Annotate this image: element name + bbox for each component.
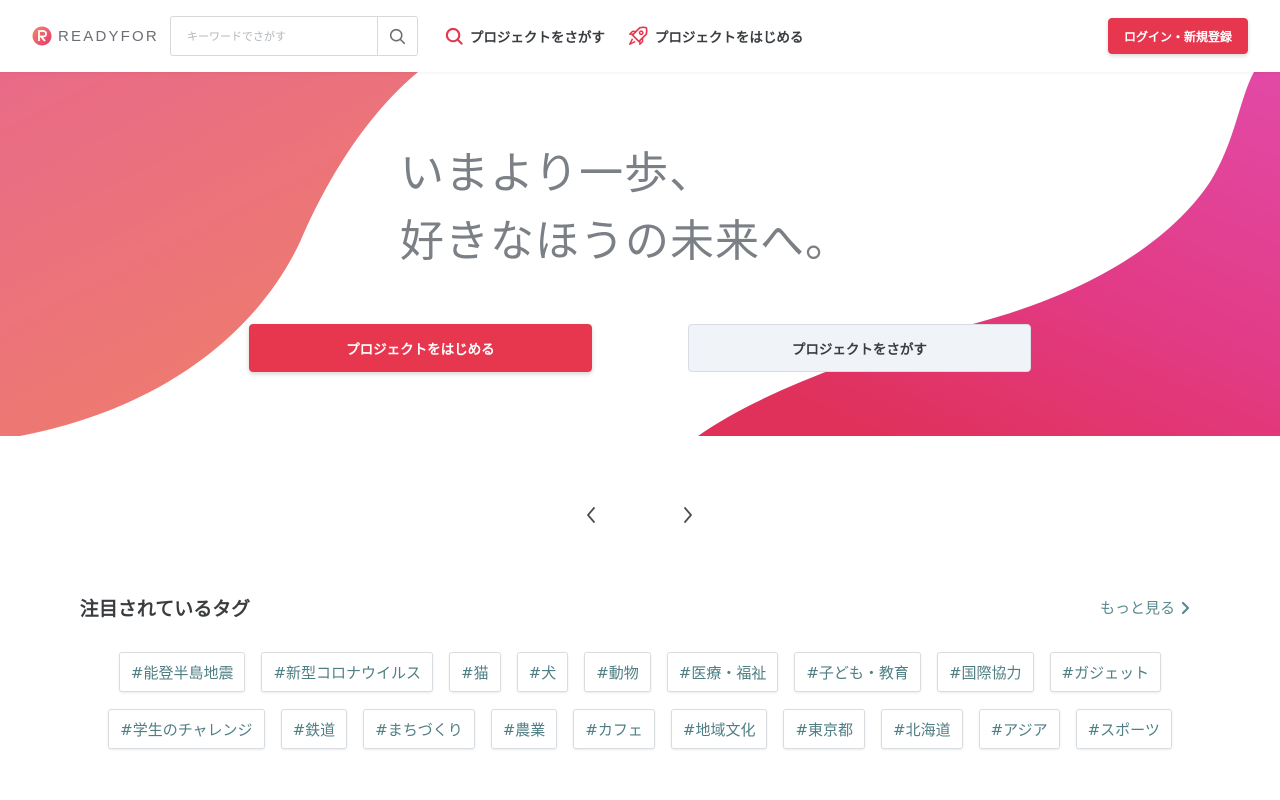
chevron-left-icon — [587, 507, 595, 523]
see-more-label: もっと見る — [1100, 599, 1176, 617]
tag-row-2: #学生のチャレンジ #鉄道 #まちづくり #農業 #カフェ #地域文化 #東京都… — [0, 709, 1280, 749]
hero-section: いまより一歩、 好きなほうの未来へ。 プロジェクトをはじめる プロジェクトをさが… — [0, 72, 1280, 436]
site-header: READYFOR プロジェクトをさがす プロジェクトをはじめる ログイン・新規登… — [0, 0, 1280, 72]
search-icon — [445, 27, 463, 45]
see-more-tags-link[interactable]: もっと見る — [1100, 597, 1190, 618]
login-signup-button[interactable]: ログイン・新規登録 — [1108, 18, 1248, 54]
hero-left-blob — [0, 72, 418, 436]
chevron-right-icon — [684, 507, 692, 523]
tag-item[interactable]: #学生のチャレンジ — [108, 709, 265, 749]
nav-find-label: プロジェクトをさがす — [470, 30, 605, 46]
tag-item[interactable]: #北海道 — [881, 709, 963, 749]
tag-item[interactable]: #動物 — [584, 652, 651, 692]
tag-row-1: #能登半島地震 #新型コロナウイルス #猫 #犬 #動物 #医療・福祉 #子ども… — [0, 652, 1280, 692]
tag-item[interactable]: #鉄道 — [280, 709, 348, 749]
tag-item[interactable]: #子ども・教育 — [794, 652, 921, 692]
tag-item[interactable]: #能登半島地震 — [118, 652, 246, 692]
chevron-right-icon — [1181, 601, 1190, 614]
rocket-icon — [629, 26, 648, 45]
tag-item[interactable]: #地域文化 — [670, 709, 768, 749]
tag-item[interactable]: #国際協力 — [936, 652, 1034, 692]
carousel-prev-button[interactable] — [579, 503, 603, 527]
hero-start-project-button[interactable]: プロジェクトをはじめる — [249, 324, 592, 372]
tag-item[interactable]: #アジア — [978, 709, 1060, 749]
logo-text: READYFOR — [58, 27, 159, 45]
tag-item[interactable]: #スポーツ — [1075, 709, 1172, 749]
tag-item[interactable]: #農業 — [490, 709, 558, 749]
tag-item[interactable]: #猫 — [449, 652, 501, 692]
nav-start-label: プロジェクトをはじめる — [655, 30, 804, 46]
tag-item[interactable]: #東京都 — [783, 709, 866, 749]
search-icon — [389, 28, 406, 44]
logo-mark-icon — [32, 26, 52, 46]
tag-item[interactable]: #まちづくり — [363, 709, 475, 749]
tag-item[interactable]: #新型コロナウイルス — [261, 652, 434, 692]
nav-start-project[interactable]: プロジェクトをはじめる — [627, 26, 804, 46]
search-button[interactable] — [377, 17, 417, 55]
carousel-next-button[interactable] — [676, 503, 700, 527]
readyfor-logo[interactable]: READYFOR — [32, 26, 159, 46]
featured-tags-title: 注目されているタグ — [80, 598, 251, 620]
search-box — [170, 16, 418, 56]
tag-item[interactable]: #ガジェット — [1049, 652, 1162, 692]
hero-title-line1: いまより一歩、 — [400, 148, 715, 199]
hero-title-line2: 好きなほうの未来へ。 — [400, 216, 850, 267]
nav-find-projects[interactable]: プロジェクトをさがす — [445, 26, 605, 46]
tag-item[interactable]: #犬 — [516, 652, 569, 692]
hero-find-project-button[interactable]: プロジェクトをさがす — [688, 324, 1031, 372]
tag-item[interactable]: #カフェ — [573, 709, 655, 749]
tag-item[interactable]: #医療・福祉 — [666, 652, 779, 692]
search-input[interactable] — [171, 17, 377, 55]
hero-title: いまより一歩、 好きなほうの未来へ。 — [400, 140, 850, 276]
